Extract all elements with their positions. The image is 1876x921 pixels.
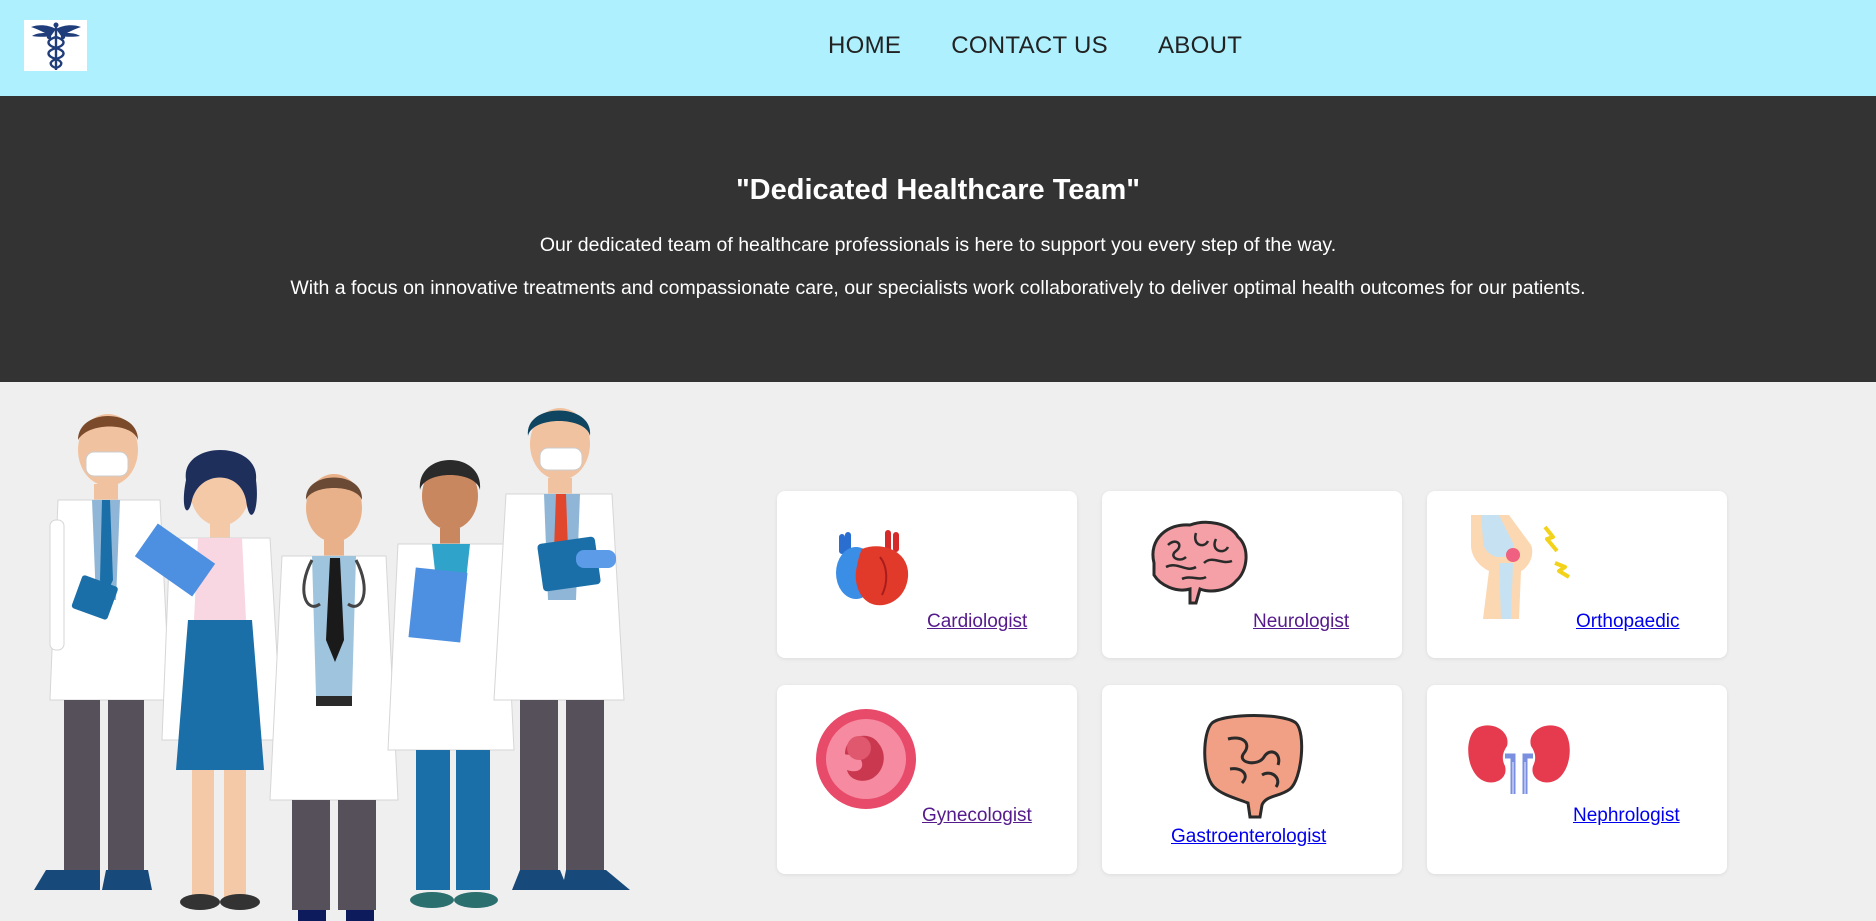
nav-contact-link[interactable]: CONTACT US: [951, 32, 1108, 60]
card-nephrologist[interactable]: Nephrologist: [1427, 685, 1727, 874]
card-orthopaedic[interactable]: Orthopaedic: [1427, 491, 1727, 658]
nav-about-link[interactable]: ABOUT: [1158, 32, 1242, 60]
card-gynecologist[interactable]: Gynecologist: [777, 685, 1077, 874]
navbar: HOME CONTACT US ABOUT: [0, 0, 1876, 96]
gynecologist-link[interactable]: Gynecologist: [922, 805, 1032, 827]
kidneys-icon: [1467, 722, 1571, 799]
gastroenterologist-link[interactable]: Gastroenterologist: [1171, 826, 1326, 848]
neurologist-link[interactable]: Neurologist: [1253, 611, 1349, 633]
heart-icon: [832, 527, 912, 612]
hero-paragraph-2: With a focus on innovative treatments an…: [290, 277, 1586, 299]
card-gastroenterologist[interactable]: Gastroenterologist: [1102, 685, 1402, 874]
nav-links: HOME CONTACT US ABOUT: [828, 32, 1242, 60]
fetus-icon: [815, 708, 917, 815]
caduceus-icon[interactable]: [24, 20, 87, 71]
nav-home-link[interactable]: HOME: [828, 32, 901, 60]
brain-icon: [1146, 519, 1250, 616]
hero-paragraph-1: Our dedicated team of healthcare profess…: [539, 234, 1337, 256]
nephrologist-link[interactable]: Nephrologist: [1573, 805, 1680, 827]
hero-section: "Dedicated Healthcare Team" Our dedicate…: [0, 96, 1876, 382]
hero-title: "Dedicated Healthcare Team": [735, 174, 1141, 206]
card-neurologist[interactable]: Neurologist: [1102, 491, 1402, 658]
cardiologist-link[interactable]: Cardiologist: [927, 611, 1027, 633]
intestine-icon: [1202, 709, 1306, 824]
orthopaedic-link[interactable]: Orthopaedic: [1576, 611, 1680, 633]
doctors-team-illustration: [20, 400, 650, 921]
knee-joint-icon: [1469, 515, 1573, 626]
card-cardiologist[interactable]: Cardiologist: [777, 491, 1077, 658]
